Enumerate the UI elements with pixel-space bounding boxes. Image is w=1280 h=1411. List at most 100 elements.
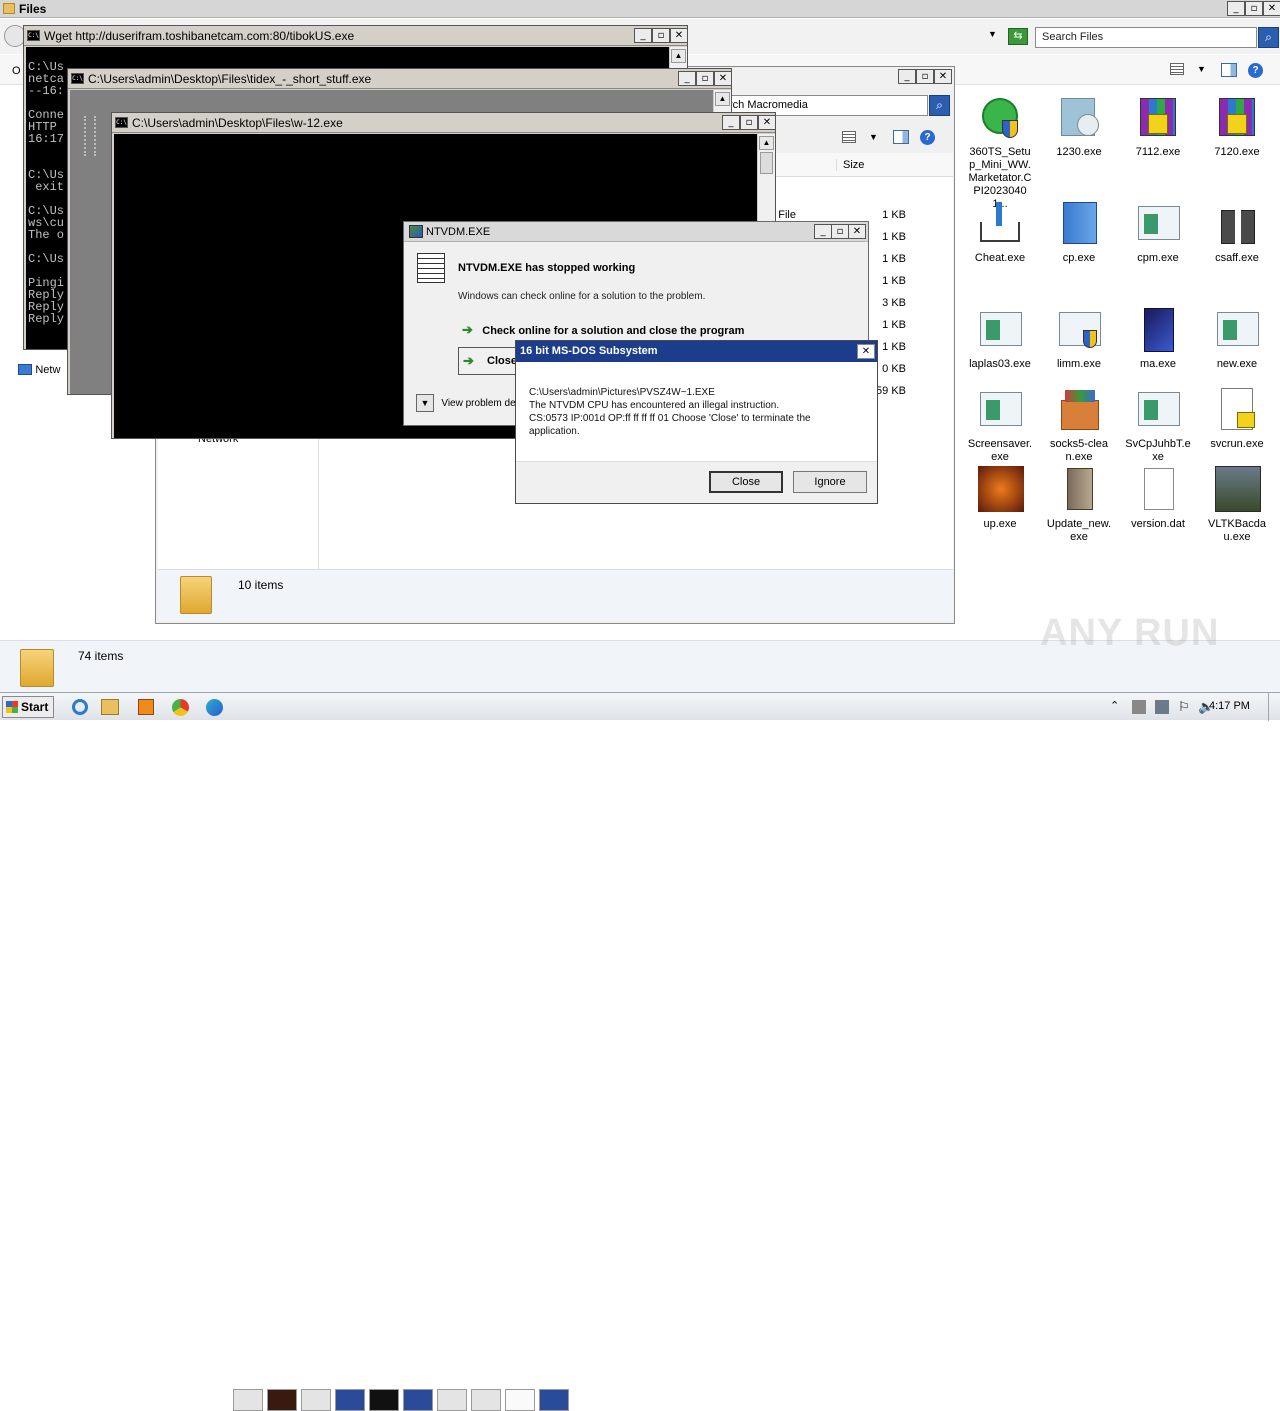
taskbar-app-button[interactable] — [301, 1389, 331, 1411]
console-line: Reply — [28, 312, 65, 326]
close-button[interactable]: Close — [709, 471, 783, 493]
restore-button[interactable]: ▫ — [1245, 1, 1263, 16]
chrome-icon[interactable] — [172, 699, 189, 716]
restore-button[interactable]: ▫ — [740, 115, 758, 130]
file-item[interactable]: Screensaver.exe — [960, 386, 1040, 464]
close-button[interactable]: ✕ — [1263, 1, 1280, 16]
ie-icon[interactable] — [72, 699, 88, 715]
close-button[interactable]: ✕ — [758, 115, 776, 130]
close-button[interactable]: ✕ — [714, 71, 732, 86]
file-item[interactable]: svcrun.exe — [1197, 386, 1277, 451]
taskbar-app-button[interactable] — [437, 1389, 467, 1411]
media-player-icon[interactable] — [138, 699, 154, 715]
program-window-icon — [417, 253, 445, 283]
refresh-button[interactable]: ⇆ — [1008, 28, 1028, 45]
taskbar-app-button[interactable] — [505, 1389, 535, 1411]
scroll-up-icon[interactable]: ▲ — [715, 92, 730, 106]
help-icon[interactable]: ? — [1248, 63, 1263, 78]
restore-button[interactable]: ▫ — [831, 224, 849, 239]
search-icon[interactable]: ⌕ — [1258, 27, 1279, 48]
taskbar-app-button[interactable] — [267, 1389, 297, 1411]
help-icon[interactable]: ? — [920, 130, 935, 145]
taskbar-app-button[interactable] — [471, 1389, 501, 1411]
file-item[interactable]: 1230.exe — [1039, 94, 1119, 159]
close-button[interactable]: ✕ — [848, 224, 866, 239]
close-button[interactable]: ✕ — [934, 69, 952, 84]
view-dropdown-icon[interactable]: ▼ — [869, 132, 878, 142]
preview-pane-icon[interactable] — [893, 130, 909, 144]
explorer-icon[interactable] — [101, 699, 119, 715]
restore-button[interactable]: ▫ — [696, 71, 714, 86]
file-item[interactable]: cp.exe — [1039, 200, 1119, 265]
file-item[interactable]: Cheat.exe — [960, 200, 1040, 265]
file-item[interactable]: 7112.exe — [1118, 94, 1198, 159]
view-options-icon[interactable] — [842, 131, 856, 143]
folder-large-icon — [20, 649, 54, 687]
org-menu-fragment[interactable]: O — [12, 65, 21, 77]
file-item[interactable]: laplas03.exe — [960, 306, 1040, 371]
console-icon: C:\ — [115, 117, 128, 128]
console-icon: C:\ — [27, 30, 40, 41]
file-item[interactable]: 7120.exe — [1197, 94, 1277, 159]
file-item[interactable]: up.exe — [960, 466, 1040, 531]
scroll-up-icon[interactable]: ▲ — [759, 136, 774, 150]
minimize-button[interactable]: _ — [898, 69, 916, 84]
file-item[interactable]: limm.exe — [1039, 306, 1119, 371]
edge-icon[interactable] — [206, 699, 223, 716]
scroll-thumb[interactable] — [760, 152, 773, 174]
start-button[interactable]: Start — [2, 696, 54, 718]
app-window-icon — [1213, 306, 1261, 354]
file-item[interactable]: Update_new.exe — [1039, 466, 1119, 544]
check-online-option[interactable]: ➔ Check online for a solution and close … — [462, 322, 744, 338]
column-size-header[interactable]: Size — [836, 159, 916, 171]
close-button[interactable]: ✕ — [857, 344, 875, 359]
file-label: Screensaver.exe — [967, 438, 1033, 463]
file-item[interactable]: new.exe — [1197, 306, 1277, 371]
search-icon[interactable]: ⌕ — [929, 95, 950, 116]
taskbar-app-button[interactable] — [539, 1389, 569, 1411]
file-item[interactable]: SvCpJuhbT.exe — [1118, 386, 1198, 464]
minimize-button[interactable]: _ — [722, 115, 740, 130]
restore-button[interactable]: ▫ — [916, 69, 934, 84]
search-box[interactable]: Search Files — [1035, 27, 1257, 48]
restore-button[interactable]: ▫ — [652, 28, 670, 43]
file-item[interactable]: 360TS_Setup_Mini_WW.Marketator.CPI202304… — [960, 94, 1040, 211]
tray-expand-icon[interactable]: ⌃ — [1110, 699, 1119, 712]
tray-app-icon[interactable] — [1132, 700, 1146, 714]
taskbar-app-button[interactable] — [233, 1389, 263, 1411]
view-options-icon[interactable] — [1170, 63, 1184, 75]
file-item[interactable]: csaff.exe — [1197, 200, 1277, 265]
left-nav-network[interactable]: Netw — [18, 362, 60, 376]
view-dropdown-icon[interactable]: ▼ — [1197, 64, 1206, 74]
file-label: 1230.exe — [1056, 146, 1102, 158]
tray-network-icon[interactable] — [1155, 700, 1169, 714]
app-icon — [409, 225, 423, 238]
file-item[interactable]: ma.exe — [1118, 306, 1198, 371]
scroll-up-icon[interactable]: ▲ — [671, 49, 686, 63]
file-icon-grid: 360TS_Setup_Mini_WW.Marketator.CPI202304… — [955, 88, 1280, 640]
search-input[interactable]: rch Macromedia — [729, 99, 808, 111]
search-input[interactable]: Search Files — [1042, 31, 1103, 43]
file-item[interactable]: VLTKBacdau.exe — [1197, 466, 1277, 544]
file-item[interactable]: version.dat — [1118, 466, 1198, 531]
show-desktop-button[interactable] — [1268, 693, 1280, 721]
clock[interactable]: 4:17 PM — [1209, 700, 1250, 712]
network-label: Netw — [35, 363, 61, 376]
close-button[interactable]: ✕ — [670, 28, 688, 43]
minimize-button[interactable]: _ — [678, 71, 696, 86]
file-item[interactable]: socks5-clean.exe — [1039, 386, 1119, 464]
dropdown-arrow-icon[interactable]: ▼ — [988, 29, 997, 39]
console-title: C:\Users\admin\Desktop\Files\w-12.exe — [132, 116, 343, 130]
minimize-button[interactable]: _ — [814, 224, 832, 239]
minimize-button[interactable]: _ — [1227, 1, 1245, 16]
message-line: C:\Users\admin\Pictures\PVSZ4W~1.EXE — [529, 387, 715, 398]
tray-flag-icon[interactable]: ⚐ — [1178, 699, 1190, 715]
ignore-button[interactable]: Ignore — [793, 471, 867, 493]
file-item[interactable]: cpm.exe — [1118, 200, 1198, 265]
preview-pane-icon[interactable] — [1221, 63, 1237, 77]
minimize-button[interactable]: _ — [634, 28, 652, 43]
console-icon: C:\ — [71, 73, 84, 84]
taskbar-console-button[interactable] — [369, 1389, 399, 1411]
taskbar-app-button[interactable] — [403, 1389, 433, 1411]
taskbar-app-button[interactable] — [335, 1389, 365, 1411]
